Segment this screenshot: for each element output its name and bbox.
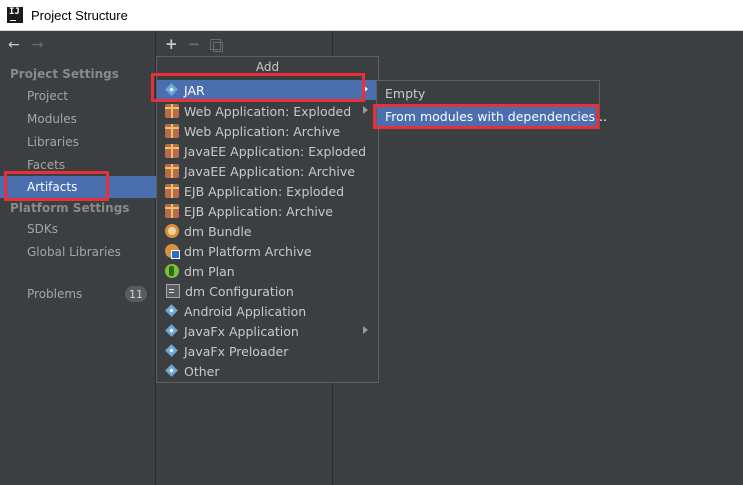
menu-item-javaee-application-archive[interactable]: JavaEE Application: Archive [157, 161, 378, 181]
dm-configuration-icon [166, 284, 180, 298]
sidebar-item-label: Artifacts [27, 180, 78, 194]
menu-item-dm-bundle[interactable]: dm Bundle [157, 221, 378, 241]
menu-item-ejb-application-archive[interactable]: EJB Application: Archive [157, 201, 378, 221]
intellij-app-icon [7, 7, 23, 23]
dm-platform-icon [165, 244, 180, 259]
menu-item-label: dm Configuration [185, 283, 294, 299]
submenu-arrow-icon [363, 85, 368, 93]
menu-item-dm-platform-archive[interactable]: dm Platform Archive [157, 241, 378, 261]
submenu-arrow-icon [363, 326, 368, 334]
copy-icon[interactable] [210, 38, 224, 52]
menu-item-dm-plan[interactable]: dm Plan [157, 261, 378, 281]
menu-item-dm-configuration[interactable]: dm Configuration [157, 281, 378, 301]
submenu-arrow-icon [363, 106, 368, 114]
menu-item-android-application[interactable]: Android Application [157, 301, 378, 321]
menu-item-label: EJB Application: Archive [184, 203, 333, 219]
menu-item-label: dm Plan [184, 263, 235, 279]
settings-sidebar: ← → Project Settings Project Modules Lib… [0, 31, 156, 485]
sidebar-item-label: Facets [27, 158, 66, 172]
menu-item-web-application-exploded[interactable]: Web Application: Exploded [157, 101, 378, 121]
forward-arrow-icon[interactable]: → [32, 37, 44, 53]
web-app-icon [165, 104, 179, 118]
menu-item-label: Other [184, 363, 220, 379]
sidebar-item-label: Modules [27, 112, 77, 126]
sidebar-item-problems[interactable]: Problems 11 [0, 283, 156, 305]
artifacts-toolbar: + − [157, 31, 332, 57]
menu-item-ejb-application-exploded[interactable]: EJB Application: Exploded [157, 181, 378, 201]
menu-item-jar[interactable]: JAR [157, 80, 378, 100]
menu-item-label: JAR [184, 82, 205, 98]
dm-plan-icon [165, 264, 179, 278]
sidebar-item-modules[interactable]: Modules [0, 108, 156, 130]
sidebar-item-facets[interactable]: Facets [0, 154, 156, 176]
menu-item-label: JavaEE Application: Exploded [184, 143, 367, 159]
sidebar-item-label: Project [27, 89, 69, 103]
window-title: Project Structure [31, 7, 128, 23]
javafx-diamond-icon [165, 324, 179, 338]
menu-item-javafx-preloader[interactable]: JavaFx Preloader [157, 341, 378, 361]
sidebar-item-libraries[interactable]: Libraries [0, 131, 156, 153]
dm-bundle-icon [165, 224, 179, 238]
submenu-item-label: From modules with dependencies... [385, 108, 607, 124]
menu-item-javaee-application-exploded[interactable]: JavaEE Application: Exploded [157, 141, 378, 161]
menu-item-label: JavaEE Application: Archive [184, 163, 355, 179]
sidebar-item-label: Libraries [27, 135, 79, 149]
menu-item-web-application-archive[interactable]: Web Application: Archive [157, 121, 378, 141]
window-titlebar: Project Structure [0, 0, 743, 31]
add-icon[interactable]: + [165, 35, 178, 53]
menu-item-javafx-application[interactable]: JavaFx Application [157, 321, 378, 341]
sidebar-item-global-libraries[interactable]: Global Libraries [0, 241, 156, 263]
ejb-icon [165, 204, 179, 218]
submenu-item-empty[interactable]: Empty [377, 82, 599, 104]
sidebar-item-project[interactable]: Project [0, 85, 156, 107]
jar-submenu: Empty From modules with dependencies... [376, 80, 607, 129]
sidebar-item-label: Problems [27, 287, 83, 301]
problems-count-badge: 11 [125, 286, 147, 302]
javaee-icon [165, 164, 179, 178]
javafx-diamond-icon [165, 344, 179, 358]
menu-item-label: Android Application [184, 303, 307, 319]
menu-item-label: JavaFx Preloader [184, 343, 289, 359]
menu-item-label: JavaFx Application [184, 323, 299, 339]
android-diamond-icon [165, 304, 179, 318]
sidebar-item-artifacts[interactable]: Artifacts [0, 176, 156, 198]
back-arrow-icon[interactable]: ← [8, 37, 20, 53]
jar-diamond-icon [165, 83, 179, 97]
submenu-item-label: Empty [385, 85, 426, 101]
menu-item-label: dm Platform Archive [184, 243, 312, 259]
menu-item-label: Web Application: Exploded [184, 103, 352, 119]
add-artifact-popup: Add JAR Web Application: Exploded Web Ap… [156, 56, 379, 383]
menu-item-label: EJB Application: Exploded [184, 183, 345, 199]
submenu-item-from-modules[interactable]: From modules with dependencies... [377, 105, 607, 127]
menu-item-label: dm Bundle [184, 223, 252, 239]
ejb-icon [165, 184, 179, 198]
section-title-platform-settings: Platform Settings [10, 201, 130, 215]
menu-item-other[interactable]: Other [157, 361, 378, 381]
popup-header: Add [255, 60, 280, 74]
other-diamond-icon [165, 364, 179, 378]
javaee-icon [165, 144, 179, 158]
sidebar-item-label: SDKs [27, 222, 58, 236]
remove-icon[interactable]: − [188, 35, 201, 53]
sidebar-item-sdks[interactable]: SDKs [0, 218, 156, 240]
sidebar-item-label: Global Libraries [27, 245, 121, 259]
section-title-project-settings: Project Settings [10, 67, 119, 81]
menu-item-label: Web Application: Archive [184, 123, 341, 139]
web-app-icon [165, 124, 179, 138]
nav-arrows: ← → [0, 31, 155, 59]
